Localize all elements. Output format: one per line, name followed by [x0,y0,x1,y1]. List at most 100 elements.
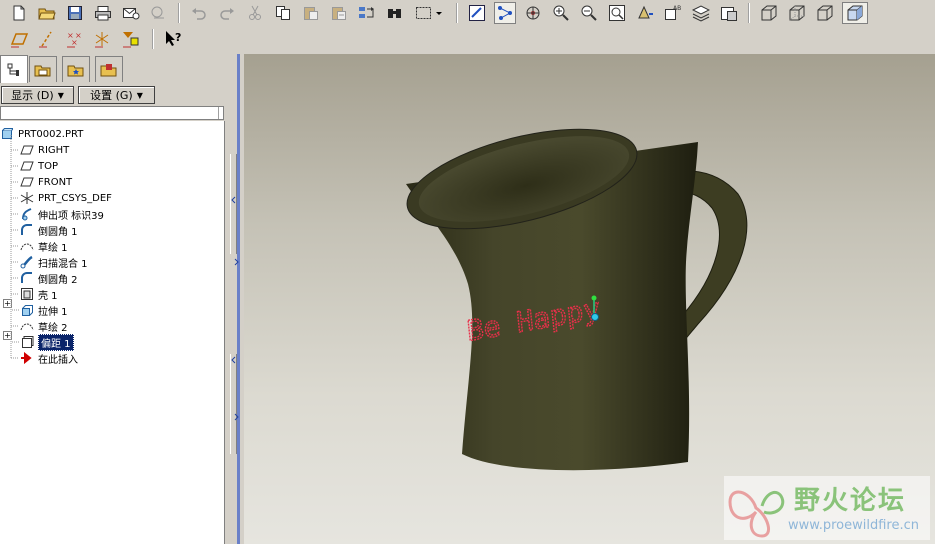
extrude-icon [20,303,34,317]
refit-view-icon[interactable] [466,2,488,24]
spin-center-icon[interactable] [522,2,544,24]
tree-item-shell[interactable]: 壳 1 [20,286,58,302]
datum-point-icon [591,295,597,301]
tree-item-offset[interactable]: 偏距 1 [20,333,74,351]
shading-icon[interactable] [842,2,868,24]
tree-item-swept-blend[interactable]: 扫描混合 1 [20,254,88,270]
settings-menu-button[interactable]: 设置 (G) ▼ [78,86,155,104]
tree-item-insert-here[interactable]: 在此插入 [20,350,78,366]
watermark-title: 野火论坛 [794,486,907,516]
tree-item-csys[interactable]: PRT_CSYS_DEF [20,190,112,206]
tab-folder-browser[interactable] [29,56,57,82]
selection-box-dropdown[interactable] [412,2,446,24]
watermark-url: www.proewildfire.cn [788,518,919,533]
tab-model-tree[interactable] [0,55,28,83]
swept-blend-icon [20,255,34,269]
tree-item-label: 倒圆角 1 [38,226,78,238]
tree-item-label: RIGHT [38,144,70,156]
tree-connectors [10,135,19,359]
tab-favorites[interactable] [62,56,90,82]
display-menu-label: 显示 (D) [11,89,54,102]
tab-connections[interactable] [95,56,123,82]
annotation-toggle-icon[interactable] [120,28,142,50]
datum-toolbar: × × × ? [0,26,935,52]
round-icon [20,271,34,285]
zoom-out-icon[interactable] [578,2,600,24]
undo-icon[interactable] [188,2,210,24]
datum-plane-icon [20,143,34,157]
sketch-icon [20,319,34,333]
tree-item-top[interactable]: TOP [20,158,58,174]
settings-menu-label: 设置 (G) [90,89,133,102]
tree-item-round-2[interactable]: 倒圆角 2 [20,270,78,286]
cut-icon[interactable] [244,2,266,24]
context-help-icon[interactable]: ? [162,28,184,50]
model-tree-panel: 显示 (D) ▼ 设置 (G) ▼ PRT0002.PRT RIGHT TOP FR… [0,54,226,544]
tree-item-label: 倒圆角 2 [38,274,78,286]
insert-here-arrow-icon [20,351,34,365]
open-folder-icon[interactable] [36,2,58,24]
wireframe-icon[interactable] [758,2,780,24]
coordinate-system-icon [20,191,34,205]
shell-icon [20,287,34,301]
main-toolbar: AB [0,0,935,26]
layers-icon[interactable] [690,2,712,24]
datum-point-toggle-icon[interactable]: × × × [64,28,86,50]
find-icon[interactable] [384,2,406,24]
mug-model[interactable]: Be Happy [244,54,935,544]
svg-text:AB: AB [673,5,681,12]
protrusion-icon [20,207,34,221]
model-display-icon[interactable] [718,2,740,24]
send-link-icon [148,2,170,24]
tree-item-right[interactable]: RIGHT [20,142,69,158]
navigator-tabs [0,54,226,84]
zoom-in-icon[interactable] [550,2,572,24]
svg-text:×: × [71,38,78,47]
tree-item-sketch-2[interactable]: 草绘 2 [20,318,68,334]
reorient-icon[interactable] [634,2,656,24]
tree-item-label: PRT_CSYS_DEF [38,192,112,204]
tree-item-label: PRT0002.PRT [18,128,84,140]
paste-special-icon[interactable] [328,2,350,24]
datum-axis-toggle-icon[interactable] [36,28,58,50]
panel-splitter[interactable] [226,54,244,544]
watermark-logo: 野火论坛 www.proewildfire.cn [724,476,930,540]
paste-icon[interactable] [300,2,322,24]
drag-handle-icon[interactable] [591,313,599,321]
new-file-icon[interactable] [8,2,30,24]
regenerate-icon[interactable] [356,2,378,24]
tree-item-round-1[interactable]: 倒圆角 1 [20,222,78,238]
tree-item-label: FRONT [38,176,73,188]
csys-toggle-icon[interactable] [92,28,114,50]
display-menu-button[interactable]: 显示 (D) ▼ [1,86,74,104]
sketch-icon [20,239,34,253]
graphics-window[interactable]: Be Happy [244,54,935,544]
zoom-fit-icon[interactable] [606,2,628,24]
print-icon[interactable] [92,2,114,24]
tree-item-label: 壳 1 [38,290,58,302]
butterfly-logo-icon [728,490,785,538]
no-hidden-icon[interactable] [814,2,836,24]
datum-plane-display-icon[interactable] [8,28,30,50]
tree-item-label: 扫描混合 1 [38,258,88,270]
tree-item-extrude[interactable]: 拉伸 1 [20,302,68,318]
tree-item-label-selected: 偏距 1 [38,333,74,351]
tree-item-protrusion[interactable]: 伸出项 标识39 [20,206,104,222]
offset-icon [20,335,34,349]
datum-plane-icon [20,175,34,189]
tree-item-front[interactable]: FRONT [20,174,72,190]
collapse-arrows-icon [231,196,239,421]
tree-column-header[interactable] [0,106,224,120]
saved-views-icon[interactable]: AB [662,2,684,24]
chevron-down-icon: ▼ [57,90,64,100]
tree-item-sketch-1[interactable]: 草绘 1 [20,238,68,254]
redo-icon[interactable] [216,2,238,24]
send-mail-icon[interactable] [120,2,142,24]
tree-item-label: 伸出项 标识39 [38,210,104,222]
save-icon[interactable] [64,2,86,24]
round-icon [20,223,34,237]
datum-axis-display-icon[interactable] [494,2,516,24]
tree-item-label: 在此插入 [38,354,78,366]
copy-icon[interactable] [272,2,294,24]
hidden-line-icon[interactable] [786,2,808,24]
